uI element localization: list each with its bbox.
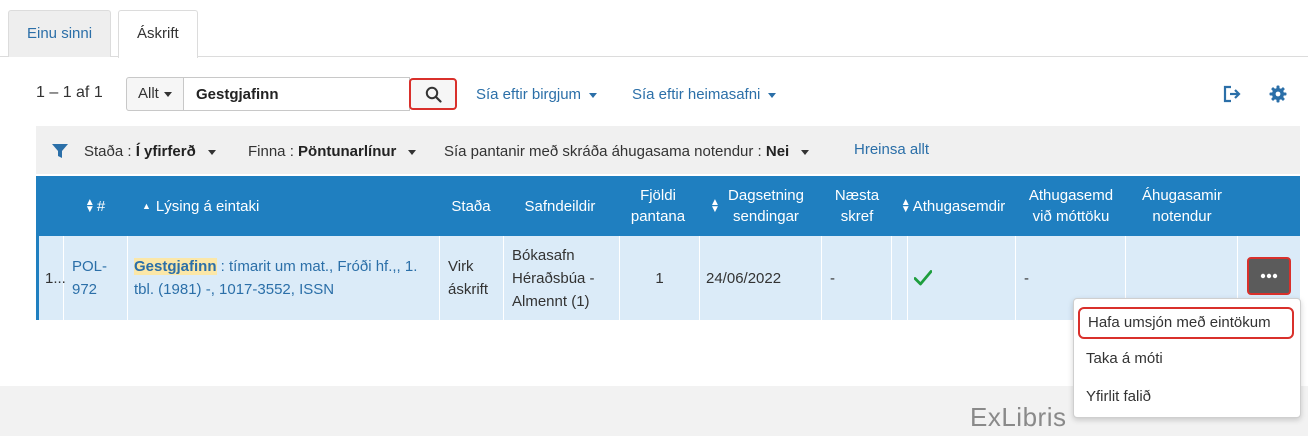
- description-link[interactable]: Gestgjafinn : tímarit um mat., Fróði hf.…: [134, 255, 431, 301]
- caret-down-icon: [408, 149, 417, 155]
- search-icon: [425, 86, 442, 103]
- col-header-interested-users-label: Áhugasamir notendur: [1141, 187, 1223, 225]
- filter-find-value: Pöntunarlínur: [298, 143, 397, 160]
- row-pol-cell: POL-972: [64, 236, 128, 320]
- row-spacer: [892, 236, 908, 320]
- row-actions-button[interactable]: [1247, 257, 1291, 295]
- check-icon: [914, 270, 932, 286]
- col-header-notes-label: Athugasemdir: [912, 197, 1006, 215]
- export-icon: [1223, 85, 1241, 103]
- filter-find-label: Finna :: [248, 143, 294, 160]
- tab-one-time[interactable]: Einu sinni: [8, 10, 112, 57]
- sort-icon: ▲ ▼: [900, 197, 911, 215]
- col-header-notes[interactable]: ▲ ▼ Athugasemdir: [892, 176, 1014, 236]
- search-highlight: Gestgjafinn: [134, 258, 217, 275]
- sort-icon: ▲ ▼: [84, 197, 95, 215]
- col-header-status[interactable]: Staða: [440, 176, 502, 236]
- col-header-receiving-note[interactable]: Athugasemd við móttöku: [1016, 176, 1126, 236]
- col-header-library[interactable]: Safndeildir: [502, 176, 618, 236]
- row-library-cell: Bókasafn Héraðsbúa - Almennt (1): [504, 236, 620, 320]
- row-ship-date: 24/06/2022: [700, 236, 822, 320]
- ellipsis-icon: [1260, 273, 1278, 279]
- active-filters-bar: Staða : Í yfirferð Finna : Pöntunarlínur…: [36, 126, 1300, 174]
- col-header-next-step-label: Næsta skref: [834, 187, 880, 225]
- row-notes-cell: [908, 236, 1016, 320]
- filter-find[interactable]: Finna : Pöntunarlínur: [248, 143, 417, 160]
- filter-interested-value: Nei: [765, 143, 790, 160]
- col-header-description-label: Lýsing á eintaki: [155, 197, 260, 215]
- col-header-library-label: Safndeildir: [524, 197, 596, 215]
- col-header-num-label: #: [96, 197, 106, 215]
- search-scope-dropdown[interactable]: Allt: [126, 77, 184, 111]
- menu-item-receive[interactable]: Taka á móti: [1086, 350, 1163, 367]
- row-next-step: -: [822, 236, 892, 320]
- table-header: ▲ ▼ # ▲ Lýsing á eintaki Staða Safndeildir …: [36, 176, 1300, 236]
- col-select: [36, 176, 64, 236]
- filter-interested-label: Sía pantanir með skráða áhugasama notend…: [444, 143, 762, 160]
- menu-item-manage-items[interactable]: Hafa umsjón með eintökum: [1078, 307, 1294, 339]
- gear-icon: [1269, 85, 1287, 103]
- result-count: 1 – 1 af 1: [36, 84, 103, 101]
- col-header-receiving-note-label: Athugasemd við móttöku: [1028, 187, 1114, 225]
- col-header-order-count[interactable]: Fjöldi pantana: [618, 176, 698, 236]
- caret-down-icon: [768, 92, 777, 98]
- caret-down-icon: [801, 149, 810, 155]
- filter-status[interactable]: Staða : Í yfirferð: [84, 143, 216, 160]
- row-actions-menu: Hafa umsjón með eintökum Taka á móti Yfi…: [1073, 298, 1301, 418]
- col-header-interested-users[interactable]: Áhugasamir notendur: [1126, 176, 1238, 236]
- sort-icon: ▲ ▼: [710, 197, 720, 215]
- filter-library-label: Sía eftir heimasafni: [632, 86, 761, 103]
- row-order-count: 1: [620, 236, 700, 320]
- settings-button[interactable]: [1268, 84, 1288, 104]
- col-header-ship-date[interactable]: ▲ ▼ Dagsetning sendingar: [700, 176, 820, 236]
- search-scope-label: Allt: [138, 85, 159, 102]
- col-header-next-step[interactable]: Næsta skref: [822, 176, 892, 236]
- filter-status-value: Í yfirferð: [135, 143, 196, 160]
- tab-bar: Einu sinni Áskrift: [0, 0, 1308, 58]
- caret-down-icon: [589, 92, 598, 98]
- clear-all-link[interactable]: Hreinsa allt: [854, 141, 929, 158]
- caret-down-icon: [207, 149, 216, 155]
- filter-icon: [52, 144, 68, 158]
- pol-link[interactable]: POL-972: [72, 255, 112, 301]
- col-header-status-label: Staða: [451, 197, 491, 215]
- search-input[interactable]: [184, 77, 410, 111]
- col-header-order-count-label: Fjöldi pantana: [630, 187, 686, 225]
- filter-vendor-label: Sía eftir birgjum: [476, 86, 582, 103]
- tab-subscription[interactable]: Áskrift: [118, 10, 198, 58]
- row-status-cell: Virk áskrift: [440, 236, 504, 320]
- col-header-description[interactable]: ▲ Lýsing á eintaki: [128, 176, 438, 236]
- row-status: Virk áskrift: [448, 258, 489, 298]
- search-button[interactable]: [409, 78, 457, 110]
- export-button[interactable]: [1222, 84, 1242, 104]
- col-header-num[interactable]: ▲ ▼ #: [64, 176, 126, 236]
- exlibris-logo: ExLibris: [970, 402, 1067, 432]
- filter-interested-users[interactable]: Sía pantanir með skráða áhugasama notend…: [444, 143, 810, 160]
- filter-status-label: Staða :: [84, 143, 132, 160]
- row-library: Bókasafn Héraðsbúa - Almennt (1): [512, 246, 595, 310]
- caret-down-icon: [163, 91, 172, 97]
- filter-library-dropdown[interactable]: Sía eftir heimasafni: [632, 86, 777, 103]
- filter-vendor-dropdown[interactable]: Sía eftir birgjum: [476, 86, 598, 103]
- col-header-ship-date-label: Dagsetning sendingar: [728, 187, 804, 225]
- row-index: 1...: [39, 236, 66, 320]
- row-description-cell: Gestgjafinn : tímarit um mat., Fróði hf.…: [128, 236, 440, 320]
- menu-item-hide-summary[interactable]: Yfirlit falið: [1086, 388, 1151, 405]
- sort-asc-icon: ▲: [142, 200, 151, 211]
- page: Einu sinni Áskrift 1 – 1 af 1 Allt Sía e…: [0, 0, 1308, 436]
